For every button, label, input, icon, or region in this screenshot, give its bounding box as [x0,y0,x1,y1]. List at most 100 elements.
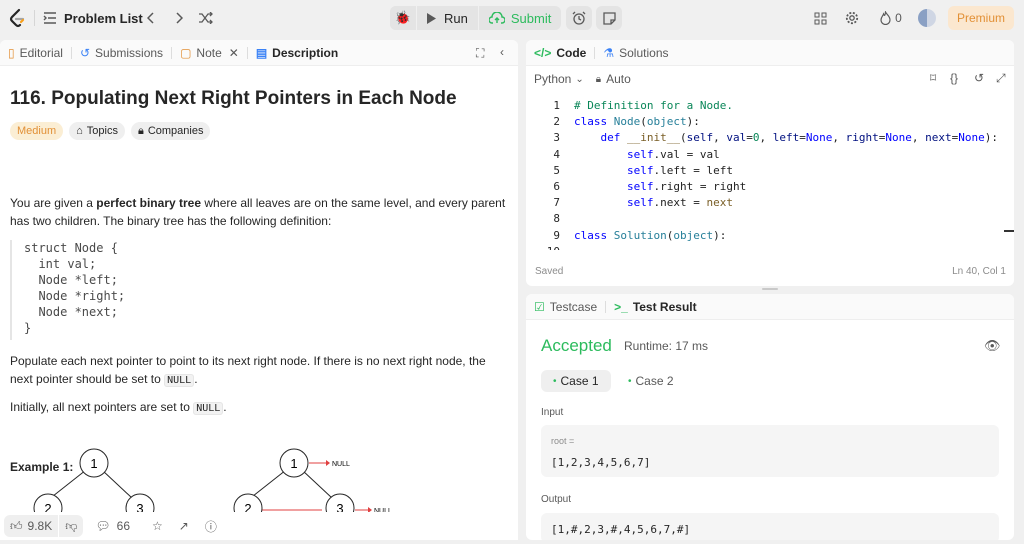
tab-code[interactable]: </> Code [526,40,594,66]
result-tabbar: ☑ Testcase >_ Test Result [526,294,1014,320]
companies-tag[interactable]: 🔒︎ Companies [130,122,211,140]
tab-description[interactable]: ▤ Description [248,40,346,66]
output-box: [1,#,2,3,#,4,5,6,7,#] [541,513,999,540]
problem-tags: Medium ⌂ Topics 🔒︎ Companies [10,122,211,140]
tab-note[interactable]: ▢ Note ✕ [172,40,247,66]
bookmark-icon[interactable]: ⌑ [930,71,936,85]
close-icon[interactable]: ✕ [229,46,239,60]
runtime-label: Runtime: 17 ms [624,339,709,353]
tab-editorial[interactable]: ▯ Editorial [0,40,71,66]
difficulty-badge: Medium [10,122,64,140]
language-select[interactable]: Python ⌄ [534,72,584,86]
timer-button[interactable] [566,6,592,30]
cloud-upload-icon [488,12,505,24]
tab-testcase[interactable]: ☑ Testcase [526,294,605,320]
comment-icon: 💬︎ [95,519,111,533]
editor-status: Saved Ln 40, Col 1 [526,264,1014,280]
chevron-left-icon[interactable] [144,10,158,26]
dislike-button[interactable]: 👎︎ [59,515,84,537]
chevron-right-icon[interactable] [172,10,186,26]
maximize-icon[interactable]: ⛶ [476,46,484,61]
run-button[interactable]: Run [416,6,478,30]
left-tabbar: ▯ Editorial ↺ Submissions ▢ Note ✕ ▤ Des… [0,40,518,66]
case-1-tab[interactable]: • Case 1 [541,370,611,392]
gear-icon[interactable] [844,10,860,26]
problem-title: 116. Populating Next Right Pointers in E… [10,88,457,109]
svg-text:3: 3 [336,501,343,512]
code-line: 7 self.next = next [553,196,733,210]
checkbox-icon: ☑ [534,299,545,314]
fire-icon [880,11,891,25]
debug-button[interactable]: 🐞 [390,6,416,30]
bottom-action-bar: 👍︎ 9.8K 👎︎ 💬︎ 66 ☆ ↗ ⓘ [0,512,518,540]
case-2-tab[interactable]: • Case 2 [616,370,686,392]
layout-grid-icon[interactable] [812,10,828,26]
chevron-down-icon: ⌄ [575,73,584,85]
struct-definition: struct Node { int val; Node *left; Node … [10,240,510,340]
tree-before: 1 2 3 [33,448,155,512]
tab-submissions[interactable]: ↺ Submissions [72,40,171,66]
populate-paragraph: Populate each next pointer to point to i… [10,354,486,387]
input-value: [1,2,3,4,5,6,7] [551,456,651,469]
lock-icon: 🔒︎ [137,124,144,137]
code-icon: </> [534,45,552,60]
code-editor[interactable]: 1 # Definition for a Node. 2 class Node(ob… [526,98,1014,250]
code-line: 3 def __init__(self, val=0, left=None, r… [553,131,998,145]
svg-text:2: 2 [244,501,251,512]
eye-icon[interactable]: 👁︎ [984,338,1001,354]
play-icon [427,12,436,24]
code-line: 9 class Solution(object): [553,228,727,242]
svg-text:3: 3 [136,501,143,512]
cursor-position: Ln 40, Col 1 [952,266,1006,277]
lock-icon: 🔒︎ [595,73,602,85]
share-icon[interactable]: ↗ [179,519,189,533]
output-value: [1,#,2,3,#,4,5,6,7,#] [551,523,691,536]
resize-handle[interactable] [762,288,778,290]
editor-scrollbar[interactable] [1004,230,1014,232]
braces-icon[interactable]: {} [950,71,958,85]
flask-icon: ⚗ [603,45,615,60]
thumbs-down-icon: 👎︎ [65,518,78,533]
code-tabbar: </> Code ⚗ Solutions [526,40,1014,66]
initially-paragraph: Initially, all next pointers are set to … [10,400,227,415]
problem-list-title[interactable]: Problem List [64,11,143,26]
nav-divider [34,10,35,26]
notes-button[interactable] [596,6,622,30]
code-line: 8 [553,212,560,226]
comments-button[interactable]: 💬︎ 66 [95,519,130,533]
star-icon[interactable]: ☆ [152,519,163,533]
leetcode-logo[interactable] [8,8,26,28]
collapse-icon[interactable]: ‹ [500,45,504,59]
premium-button[interactable]: Premium [948,6,1014,30]
code-line: 1 # Definition for a Node. [553,99,733,112]
tab-solutions[interactable]: ⚗ Solutions [595,40,676,66]
code-line: 4 self.val = val [553,147,720,161]
example-tree-diagram: 1 2 3 NULL NULL 1 2 3 [33,448,392,512]
tab-test-result[interactable]: >_ Test Result [606,294,704,320]
list-icon[interactable] [42,10,58,26]
pass-dot-icon: • [628,375,632,387]
svg-text:2: 2 [44,501,51,512]
like-button[interactable]: 👍︎ 9.8K [4,515,59,537]
auto-mode[interactable]: 🔒︎ Auto [596,72,631,86]
avatar[interactable] [918,9,936,27]
streak-counter[interactable]: 0 [876,10,906,26]
input-param-name: root = [551,436,575,446]
thumbs-up-icon: 👍︎ [10,518,23,533]
topics-tag[interactable]: ⌂ Topics [69,122,125,140]
saved-status: Saved [535,266,564,277]
help-icon[interactable]: ⓘ [205,518,217,535]
code-panel: </> Code ⚗ Solutions Python ⌄ 🔒︎ Auto ⌑ … [526,40,1014,286]
top-nav: Problem List 🐞 Run Submit 0 Premium [0,0,1024,36]
submit-button[interactable]: Submit [477,6,561,30]
result-status: Accepted [541,336,612,355]
bug-icon: 🐞 [394,10,412,25]
fullscreen-icon[interactable]: ⤢ [996,71,1006,86]
code-line: 10 [526,244,1014,250]
reset-icon[interactable]: ↺ [974,71,984,85]
note-icon [602,11,616,25]
history-icon: ↺ [79,45,91,60]
shuffle-icon[interactable] [196,10,214,26]
note-icon: ▢ [180,45,192,60]
code-line: 2 class Node(object): [553,115,700,129]
